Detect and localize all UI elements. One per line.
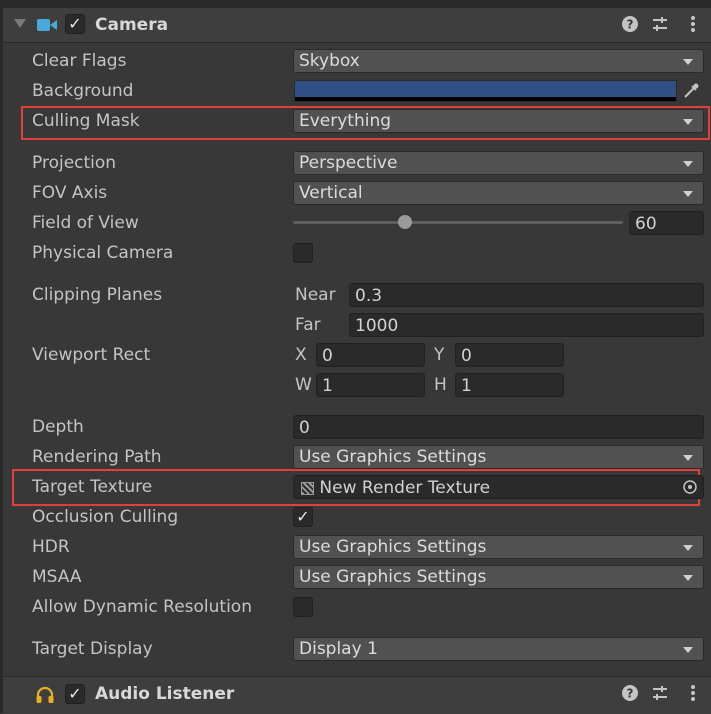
near-input[interactable]: 0.3 <box>349 283 704 307</box>
hdr-value: Use Graphics Settings <box>299 537 487 557</box>
physical-camera-label: Physical Camera <box>32 243 174 263</box>
more-icon[interactable] <box>684 15 702 35</box>
clear-flags-value: Skybox <box>299 51 360 71</box>
chevron-down-icon <box>683 119 693 125</box>
clear-flags-label: Clear Flags <box>32 51 127 71</box>
svg-text:?: ? <box>627 18 634 32</box>
fov-axis-label: FOV Axis <box>32 183 108 203</box>
top-divider <box>0 0 711 8</box>
fov-axis-dropdown[interactable]: Vertical <box>293 181 704 205</box>
slider-thumb[interactable] <box>398 215 413 229</box>
occlusion-culling-checkbox[interactable]: ✓ <box>293 507 313 527</box>
chevron-down-icon <box>683 59 693 65</box>
target-display-value: Display 1 <box>299 639 378 659</box>
audio-listener-component-header[interactable]: ✓ Audio Listener ? <box>3 676 711 714</box>
preset-icon[interactable] <box>651 684 669 704</box>
chevron-down-icon <box>683 161 693 167</box>
viewport-y-label: Y <box>434 345 445 365</box>
target-display-dropdown[interactable]: Display 1 <box>293 637 704 661</box>
help-icon[interactable]: ? <box>621 684 639 704</box>
msaa-label: MSAA <box>32 567 82 587</box>
projection-value: Perspective <box>299 153 398 173</box>
field-of-view-input[interactable]: 60 <box>629 211 704 235</box>
viewport-x-input[interactable]: 0 <box>316 343 425 367</box>
culling-mask-value: Everything <box>299 111 392 131</box>
camera-icon <box>37 17 57 33</box>
target-display-label: Target Display <box>32 639 153 659</box>
far-input[interactable]: 1000 <box>349 313 704 337</box>
msaa-dropdown[interactable]: Use Graphics Settings <box>293 565 704 589</box>
object-picker-icon[interactable] <box>682 479 698 495</box>
chevron-down-icon <box>683 647 693 653</box>
culling-mask-label: Culling Mask <box>32 111 140 131</box>
field-of-view-slider[interactable] <box>293 212 623 234</box>
viewport-h-input[interactable]: 1 <box>455 373 564 397</box>
depth-input[interactable]: 0 <box>293 415 704 439</box>
far-label: Far <box>295 315 321 335</box>
occlusion-culling-label: Occlusion Culling <box>32 507 179 527</box>
more-icon[interactable] <box>684 684 702 704</box>
background-label: Background <box>32 81 134 101</box>
color-fill <box>295 81 676 97</box>
background-color-swatch[interactable] <box>294 80 677 102</box>
audio-listener-title: Audio Listener <box>95 684 235 704</box>
msaa-value: Use Graphics Settings <box>299 567 487 587</box>
render-texture-icon <box>301 482 314 495</box>
rendering-path-value: Use Graphics Settings <box>299 447 487 467</box>
fov-axis-value: Vertical <box>299 183 363 203</box>
preset-icon[interactable] <box>651 15 669 35</box>
clear-flags-dropdown[interactable]: Skybox <box>293 49 704 73</box>
field-of-view-label: Field of View <box>32 213 139 233</box>
near-label: Near <box>295 285 336 305</box>
allow-dynamic-resolution-checkbox[interactable] <box>293 597 313 617</box>
target-texture-label: Target Texture <box>32 477 153 497</box>
chevron-down-icon <box>683 191 693 197</box>
rendering-path-label: Rendering Path <box>32 447 162 467</box>
help-icon[interactable]: ? <box>621 15 639 35</box>
viewport-y-input[interactable]: 0 <box>455 343 564 367</box>
viewport-rect-label: Viewport Rect <box>32 345 151 365</box>
rendering-path-dropdown[interactable]: Use Graphics Settings <box>293 445 704 469</box>
chevron-down-icon <box>683 545 693 551</box>
chevron-down-icon <box>683 575 693 581</box>
eyedropper-icon[interactable] <box>681 81 701 101</box>
culling-mask-dropdown[interactable]: Everything <box>293 109 704 133</box>
component-title: Camera <box>95 15 169 35</box>
viewport-x-label: X <box>295 345 307 365</box>
headphones-icon <box>35 685 55 705</box>
camera-component-header[interactable]: ✓ Camera ? <box>3 8 711 43</box>
camera-enabled-checkbox[interactable]: ✓ <box>65 14 85 34</box>
viewport-w-input[interactable]: 1 <box>316 373 425 397</box>
foldout-arrow-icon[interactable] <box>14 19 26 28</box>
physical-camera-checkbox[interactable] <box>293 243 313 263</box>
hdr-label: HDR <box>32 537 70 557</box>
viewport-h-label: H <box>434 375 447 395</box>
depth-label: Depth <box>32 417 84 437</box>
target-texture-field[interactable]: New Render Texture <box>293 475 704 499</box>
hdr-dropdown[interactable]: Use Graphics Settings <box>293 535 704 559</box>
projection-dropdown[interactable]: Perspective <box>293 151 704 175</box>
chevron-down-icon <box>683 455 693 461</box>
audio-listener-enabled-checkbox[interactable]: ✓ <box>65 684 85 704</box>
alpha-bar <box>295 97 676 101</box>
viewport-w-label: W <box>295 375 312 395</box>
projection-label: Projection <box>32 153 117 173</box>
target-texture-value: New Render Texture <box>319 478 491 498</box>
clipping-planes-label: Clipping Planes <box>32 285 163 305</box>
svg-text:?: ? <box>627 687 634 701</box>
slider-track <box>293 221 623 224</box>
left-border <box>0 8 3 713</box>
allow-dynamic-resolution-label: Allow Dynamic Resolution <box>32 597 252 617</box>
